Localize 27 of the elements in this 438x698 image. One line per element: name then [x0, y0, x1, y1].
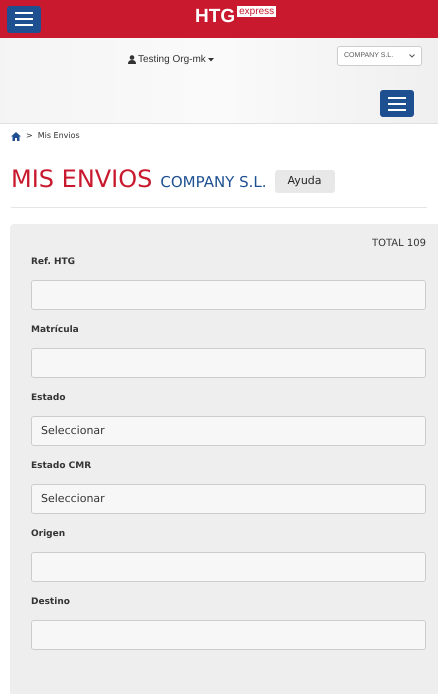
field-label: Ref. HTG — [31, 256, 76, 269]
nav-menu-button[interactable] — [380, 90, 414, 117]
input-field[interactable] — [31, 280, 426, 310]
select-field[interactable]: Seleccionar — [31, 484, 426, 514]
field-label: Origen — [31, 528, 66, 541]
field-label: Estado — [31, 392, 67, 405]
user-icon — [128, 55, 136, 64]
user-menu[interactable]: Testing Org-mk — [128, 52, 214, 67]
field-label: Estado CMR — [31, 460, 92, 473]
field-label: Destino — [31, 596, 71, 609]
breadcrumb-separator: > — [26, 130, 33, 142]
input-field[interactable] — [31, 620, 426, 650]
home-icon[interactable] — [11, 132, 21, 140]
page-title: MIS ENVIOS — [11, 165, 152, 193]
field-label: Matrícula — [31, 324, 80, 337]
select-field[interactable]: Seleccionar — [31, 416, 426, 446]
page-subtitle: COMPANY S.L. — [160, 172, 267, 193]
breadcrumb-current: Mis Envios — [38, 130, 80, 142]
help-button[interactable]: Ayuda — [274, 170, 335, 193]
menu-button[interactable] — [7, 6, 41, 32]
chevron-icon — [409, 54, 415, 58]
logo-text: HTG — [195, 6, 236, 28]
input-field[interactable] — [31, 348, 426, 378]
input-field[interactable] — [31, 552, 426, 582]
logo-badge: express — [237, 6, 276, 17]
total-count: TOTAL 109 — [372, 237, 426, 251]
caret-icon — [208, 58, 214, 62]
